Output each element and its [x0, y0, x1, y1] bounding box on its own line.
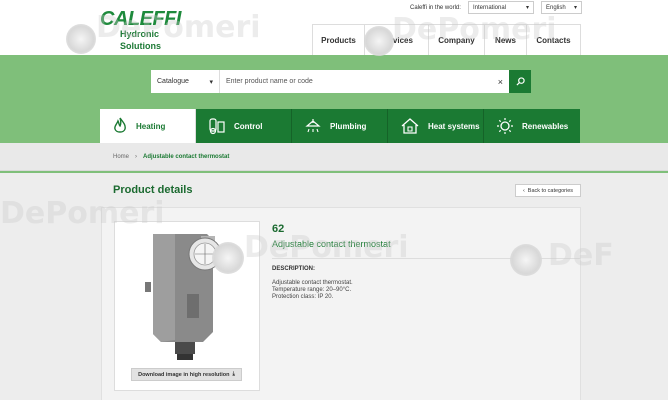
caret-down-icon: ▾ — [209, 78, 213, 86]
breadcrumb-bar: Home › Adjustable contact thermostat — [0, 143, 668, 171]
breadcrumb-home[interactable]: Home — [113, 154, 129, 160]
tab-renewables[interactable]: Renewables — [484, 109, 580, 143]
logo-text: CALEFFI — [100, 8, 181, 30]
product-image-box — [114, 221, 260, 391]
tab-renewables-label: Renewables — [522, 121, 569, 131]
divider — [272, 258, 581, 259]
breadcrumb: Home › Adjustable contact thermostat — [113, 154, 229, 160]
main-nav: Products Services Company News Contacts — [312, 24, 581, 55]
nav-item-news[interactable]: News — [484, 24, 526, 55]
description-title: DESCRIPTION: — [272, 266, 316, 272]
description-text: Adjustable contact thermostat. Temperatu… — [272, 280, 353, 301]
chevron-down-icon: ▾ — [525, 5, 529, 11]
caleffi-logo[interactable]: CALEFFI Hydronic Solutions — [100, 8, 200, 51]
download-icon: ⤓ — [232, 371, 235, 377]
tab-heat-systems-label: Heat systems — [428, 121, 480, 131]
nav-item-contacts[interactable]: Contacts — [526, 24, 581, 55]
search-icon — [515, 77, 525, 86]
flame-icon — [114, 117, 126, 133]
top-links: Caleffi in the world: — [410, 2, 461, 14]
description-line: Temperature range: 20–90°C. — [272, 287, 352, 293]
nav-item-services[interactable]: Services — [364, 24, 428, 55]
breadcrumb-current: Adjustable contact thermostat — [143, 154, 230, 160]
logo-tagline: Hydronic Solutions — [120, 29, 161, 51]
download-image-button[interactable]: Download image in high resolution ⤓ — [131, 368, 242, 381]
tab-heating-label: Heating — [136, 121, 166, 131]
tab-heat-systems[interactable]: Heat systems — [388, 109, 484, 143]
tab-plumbing[interactable]: Plumbing — [292, 109, 388, 143]
catalogue-select[interactable]: Catalogue ▾ — [151, 70, 220, 93]
nav-item-products[interactable]: Products — [312, 24, 364, 55]
search-placeholder: Enter product name or code — [226, 78, 313, 85]
chevron-down-icon: ▾ — [573, 5, 577, 11]
product-image — [145, 234, 222, 360]
breadcrumb-separator: › — [135, 154, 138, 160]
search-input[interactable]: Enter product name or code × — [220, 70, 509, 93]
category-tabs: Heating Control Plumbing Heat systems Re… — [100, 109, 581, 143]
clear-icon[interactable]: × — [498, 77, 503, 87]
download-button-label: Download image in high resolution — [138, 371, 230, 378]
thermostat-icon — [209, 118, 225, 135]
product-name: Adjustable contact thermostat — [272, 239, 391, 249]
tab-plumbing-label: Plumbing — [330, 121, 367, 131]
page-title: Product details — [113, 184, 193, 196]
back-button-label: Back to categories — [527, 187, 574, 194]
tab-heating[interactable]: Heating — [100, 109, 196, 143]
search-bar: Catalogue ▾ Enter product name or code × — [151, 70, 531, 93]
catalogue-select-value: Catalogue — [157, 78, 189, 85]
tab-control[interactable]: Control — [196, 109, 292, 143]
house-heat-icon — [401, 118, 419, 134]
nav-item-company[interactable]: Company — [428, 24, 484, 55]
tab-control-label: Control — [234, 121, 263, 131]
shower-icon — [305, 119, 321, 133]
back-to-categories-button[interactable]: ‹ Back to categories — [515, 184, 581, 197]
country-select[interactable]: International ▾ — [468, 1, 534, 14]
sun-icon — [497, 118, 513, 134]
header: CALEFFI Hydronic Solutions Caleffi in th… — [0, 0, 668, 55]
chevron-left-icon: ‹ — [522, 187, 525, 194]
description-line: Adjustable contact thermostat. — [272, 280, 353, 286]
country-select-value: International — [473, 4, 507, 11]
product-code: 62 — [272, 223, 285, 235]
language-select-value: English — [546, 4, 566, 11]
world-link-label: Caleffi in the world: — [410, 5, 461, 11]
search-button[interactable] — [509, 70, 531, 93]
language-select[interactable]: English ▾ — [541, 1, 582, 14]
description-line: Protection class: IP 20. — [272, 294, 334, 300]
